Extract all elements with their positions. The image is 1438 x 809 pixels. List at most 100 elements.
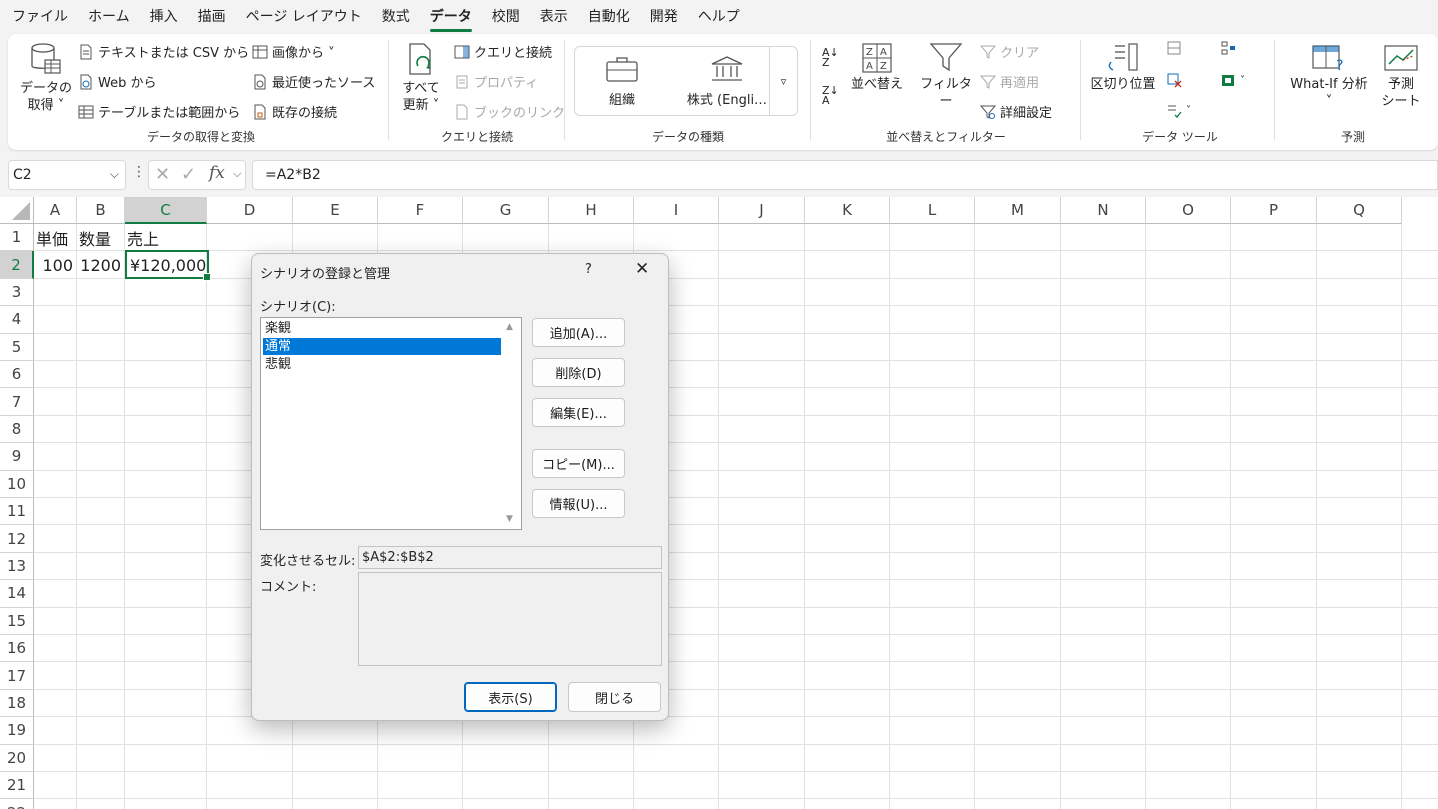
advanced-filter-button[interactable]: 詳細設定 <box>980 102 1052 121</box>
help-button[interactable]: ? <box>585 262 592 277</box>
menu-insert[interactable]: 挿入 <box>150 6 178 26</box>
row-header-11[interactable]: 11 <box>0 498 34 526</box>
row-header-4[interactable]: 4 <box>0 306 34 334</box>
scenario-item[interactable]: 楽観 <box>263 320 501 337</box>
flash-fill-button[interactable] <box>1166 40 1186 56</box>
row-header-2[interactable]: 2 <box>0 251 34 279</box>
from-table-button[interactable]: テーブルまたは範囲から <box>78 102 240 121</box>
text-to-columns-button[interactable]: 区切り位置 <box>1088 42 1158 93</box>
what-if-analysis-button[interactable]: ? What-If 分析 ˅ <box>1284 42 1374 110</box>
cell-b2[interactable]: 1200 <box>79 251 124 278</box>
menu-automate[interactable]: 自動化 <box>588 6 630 26</box>
clear-filter-button[interactable]: クリア <box>980 42 1039 61</box>
row-header-18[interactable]: 18 <box>0 689 34 718</box>
scenario-info-button[interactable]: 情報(U)... <box>532 489 625 518</box>
insert-function-icon[interactable]: fx <box>209 163 225 183</box>
row-header-12[interactable]: 12 <box>0 525 34 553</box>
refresh-all-button[interactable]: すべて 更新 ˅ <box>396 42 446 114</box>
row-header-8[interactable]: 8 <box>0 415 34 444</box>
column-header-e[interactable]: E <box>293 197 378 224</box>
menu-formulas[interactable]: 数式 <box>382 6 410 26</box>
column-header-l[interactable]: L <box>890 197 975 224</box>
name-box[interactable]: C2 ⌵ <box>8 160 126 190</box>
menu-home[interactable]: ホーム <box>88 6 130 26</box>
column-header-g[interactable]: G <box>463 197 549 224</box>
row-header-16[interactable]: 16 <box>0 635 34 663</box>
row-header-22[interactable]: 22 <box>0 799 34 809</box>
row-header-1[interactable]: 1 <box>0 224 34 252</box>
scenario-item-selected[interactable]: 通常 <box>263 338 501 355</box>
close-icon[interactable]: ✕ <box>635 259 649 279</box>
properties-button[interactable]: プロパティ <box>454 72 538 91</box>
row-header-21[interactable]: 21 <box>0 772 34 800</box>
cell-b1[interactable]: 数量 <box>79 224 124 251</box>
cancel-icon[interactable]: ✕ <box>155 164 170 185</box>
column-header-i[interactable]: I <box>634 197 719 224</box>
data-type-organization[interactable]: 組織 <box>577 55 667 108</box>
cell-a1[interactable]: 単価 <box>36 224 76 251</box>
forecast-sheet-button[interactable]: 予測 シート <box>1378 42 1424 110</box>
row-header-10[interactable]: 10 <box>0 470 34 498</box>
listbox-scrollbar[interactable]: ▲ ▼ <box>501 318 521 529</box>
sort-descending-button[interactable]: Z↓ A <box>822 85 839 106</box>
row-header-19[interactable]: 19 <box>0 717 34 745</box>
enter-check-icon[interactable]: ✓ <box>181 164 196 185</box>
edit-scenario-button[interactable]: 編集(E)... <box>532 398 625 427</box>
close-button[interactable]: 閉じる <box>568 682 661 712</box>
formula-input[interactable]: =A2*B2 <box>252 160 1438 190</box>
data-validation-button[interactable]: ˅ <box>1166 102 1191 118</box>
menu-data[interactable]: データ <box>429 6 472 32</box>
column-header-p[interactable]: P <box>1231 197 1317 224</box>
data-type-stocks[interactable]: 株式 (Engli… <box>677 55 777 108</box>
row-header-17[interactable]: 17 <box>0 662 34 690</box>
column-header-n[interactable]: N <box>1061 197 1146 224</box>
gallery-more-button[interactable]: ▿ <box>769 47 797 115</box>
row-header-3[interactable]: 3 <box>0 278 34 307</box>
row-header-6[interactable]: 6 <box>0 361 34 389</box>
more-options-icon[interactable]: ⋮ <box>132 164 146 180</box>
scenario-item[interactable]: 悲観 <box>263 356 501 373</box>
from-picture-button[interactable]: 画像から ˅ <box>252 42 335 61</box>
menu-view[interactable]: 表示 <box>540 6 568 26</box>
reapply-button[interactable]: 再適用 <box>980 72 1039 91</box>
chevron-down-icon[interactable]: ⌵ <box>110 167 119 182</box>
menu-page-layout[interactable]: ページ レイアウト <box>246 6 362 26</box>
row-header-7[interactable]: 7 <box>0 388 34 416</box>
queries-connections-button[interactable]: クエリと接続 <box>454 42 552 61</box>
edit-links-button[interactable]: ブックのリンク <box>454 102 565 121</box>
scroll-down-icon[interactable]: ▼ <box>506 514 513 524</box>
row-header-15[interactable]: 15 <box>0 607 34 635</box>
select-all-corner[interactable] <box>0 197 34 224</box>
cell-c1[interactable]: 売上 <box>127 224 206 251</box>
existing-connections-button[interactable]: 既存の接続 <box>252 102 337 121</box>
data-model-button[interactable]: ˅ <box>1220 72 1245 88</box>
chevron-down-icon[interactable]: ⌵ <box>233 167 241 181</box>
column-header-f[interactable]: F <box>378 197 463 224</box>
from-text-csv-button[interactable]: テキストまたは CSV から <box>78 42 249 61</box>
column-header-b[interactable]: B <box>77 197 125 224</box>
column-header-k[interactable]: K <box>805 197 890 224</box>
consolidate-button[interactable] <box>1220 40 1240 56</box>
row-header-13[interactable]: 13 <box>0 552 34 581</box>
row-header-14[interactable]: 14 <box>0 580 34 608</box>
delete-scenario-button[interactable]: 削除(D) <box>532 358 625 387</box>
cell-a2[interactable]: 100 <box>36 251 76 278</box>
filter-button[interactable]: フィルター <box>914 42 978 110</box>
sort-button[interactable]: ZAAZ 並べ替え <box>850 42 904 93</box>
column-header-c[interactable]: C <box>125 197 207 224</box>
recent-sources-button[interactable]: 最近使ったソース <box>252 72 375 91</box>
row-header-5[interactable]: 5 <box>0 333 34 361</box>
sort-ascending-button[interactable]: A↓ Z <box>822 47 839 68</box>
show-button[interactable]: 表示(S) <box>464 682 557 712</box>
column-header-o[interactable]: O <box>1146 197 1231 224</box>
column-header-d[interactable]: D <box>207 197 293 224</box>
menu-developer[interactable]: 開発 <box>650 6 678 26</box>
from-web-button[interactable]: Web から <box>78 72 156 91</box>
menu-review[interactable]: 校閲 <box>492 6 520 26</box>
column-header-a[interactable]: A <box>34 197 77 224</box>
copy-scenario-button[interactable]: コピー(M)... <box>532 449 625 478</box>
column-header-q[interactable]: Q <box>1317 197 1402 224</box>
row-header-20[interactable]: 20 <box>0 744 34 772</box>
menu-file[interactable]: ファイル <box>12 6 68 26</box>
remove-duplicates-button[interactable] <box>1166 72 1186 88</box>
